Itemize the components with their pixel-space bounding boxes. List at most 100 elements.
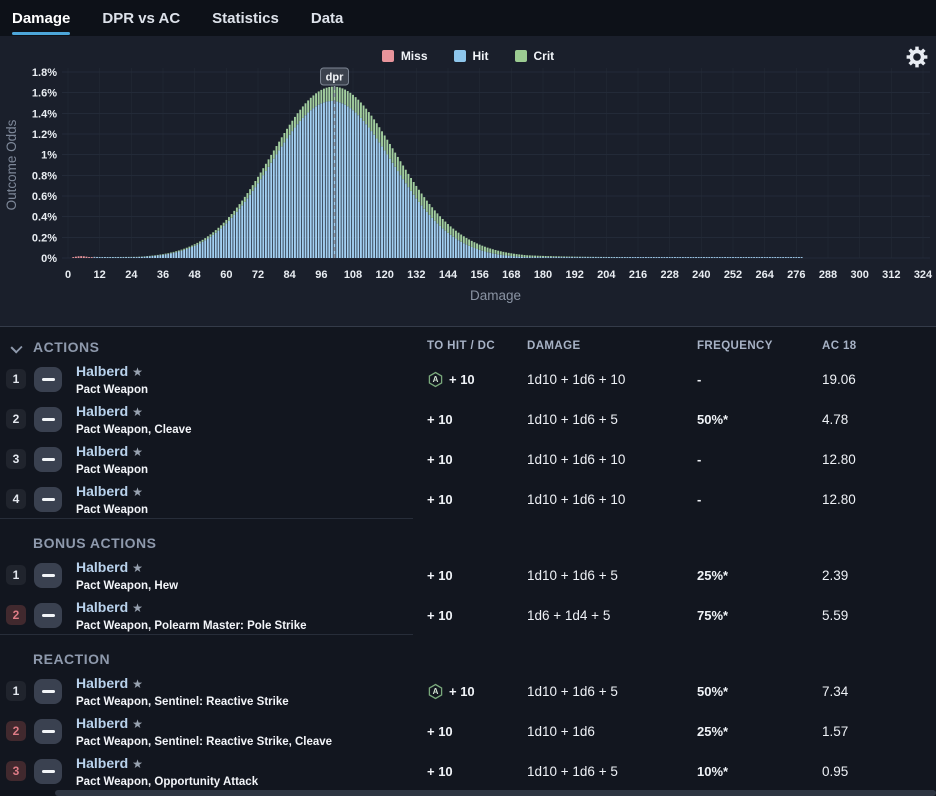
ac-result-cell: 12.80 (822, 479, 856, 519)
to-hit-value: + 10 (427, 763, 453, 779)
crit-bar (557, 256, 560, 258)
crit-bar (367, 112, 370, 128)
hit-bar (784, 257, 787, 258)
hit-bar (415, 198, 418, 258)
hit-bar (618, 257, 621, 258)
crit-bar (555, 256, 558, 258)
attack-name-block[interactable]: Halberd ★ Pact Weapon, Opportunity Attack (76, 754, 258, 789)
x-tick-label: 204 (597, 269, 616, 281)
remove-attack-button[interactable] (34, 759, 62, 784)
hit-bar (341, 103, 344, 258)
legend-item-crit[interactable]: Crit (514, 49, 554, 63)
hit-bar (130, 257, 133, 258)
outcome-odds-chart[interactable]: 0 12 24 36 48 60 72 84 96 108 120 132 144 156 168 180 19… (0, 66, 936, 312)
attack-name-block[interactable]: Halberd ★ Pact Weapon (76, 442, 148, 477)
remove-attack-button[interactable] (34, 407, 62, 432)
crit-bar (468, 239, 471, 246)
attack-name[interactable]: Halberd (76, 675, 128, 691)
hit-bar (225, 223, 228, 258)
attack-name-block[interactable]: Halberd ★ Pact Weapon, Sentinel: Reactive … (76, 674, 289, 709)
remove-attack-button[interactable] (34, 367, 62, 392)
remove-attack-button[interactable] (34, 679, 62, 704)
attack-name[interactable]: Halberd (76, 363, 128, 379)
attack-name-block[interactable]: Halberd ★ Pact Weapon (76, 482, 148, 517)
dpr-calculator-app: Damage DPR vs AC Statistics Data Miss Hit Cri… (0, 0, 936, 796)
crit-bar (156, 254, 159, 256)
remove-attack-button[interactable] (34, 447, 62, 472)
hit-bar (462, 243, 465, 258)
hit-bar (647, 257, 650, 258)
crit-bar (304, 103, 307, 116)
legend-item-miss[interactable]: Miss (381, 49, 428, 63)
x-tick-label: 36 (157, 269, 169, 281)
attack-name[interactable]: Halberd (76, 715, 128, 731)
hit-bar (214, 232, 217, 258)
crit-bar (544, 255, 547, 258)
crit-bar (188, 246, 191, 249)
settings-button[interactable] (906, 46, 928, 68)
hit-bar (425, 211, 428, 258)
chevron-down-icon[interactable] (10, 341, 23, 354)
hit-bar (299, 120, 302, 258)
crit-bar (483, 246, 486, 252)
attack-name[interactable]: Halberd (76, 559, 128, 575)
hit-bar (468, 245, 471, 258)
attack-name-block[interactable]: Halberd ★ Pact Weapon, Sentinel: Reactive … (76, 714, 332, 749)
hit-bar (676, 257, 679, 258)
attack-name-block[interactable]: Halberd ★ Pact Weapon, Polearm Master: Pol… (76, 598, 307, 633)
tab-dpr-vs-ac[interactable]: DPR vs AC (102, 0, 180, 36)
minus-icon (41, 770, 55, 773)
attack-row: 2 Halberd ★ Pact Weapon, Cleave + 10 1d10 + 1… (0, 399, 936, 439)
remove-attack-button[interactable] (34, 563, 62, 588)
attack-subtitle: Pact Weapon, Sentinel: Reactive Strike (76, 696, 289, 708)
to-hit-value: + 10 (427, 723, 453, 739)
hit-bar (264, 171, 267, 258)
attack-name[interactable]: Halberd (76, 403, 128, 419)
crit-bar (354, 97, 357, 113)
legend-item-hit[interactable]: Hit (453, 49, 489, 63)
x-tick-label: 324 (914, 269, 933, 281)
hit-bar (602, 257, 605, 258)
tab-damage[interactable]: Damage (12, 0, 71, 36)
row-number-badge: 2 (6, 721, 26, 741)
hit-bar (394, 166, 397, 258)
hit-bar (309, 110, 312, 258)
attack-row: 3 Halberd ★ Pact Weapon, Opportunity Attack… (0, 751, 936, 791)
row-number-badge: 2 (6, 409, 26, 429)
attack-name-block[interactable]: Halberd ★ Pact Weapon, Cleave (76, 402, 191, 437)
crit-bar (499, 251, 502, 255)
attack-name-block[interactable]: Halberd ★ Pact Weapon (76, 362, 148, 397)
hit-bar (249, 194, 252, 258)
chart-legend: Miss Hit Crit (0, 46, 936, 66)
crit-bar (378, 127, 381, 143)
frequency-value: - (697, 491, 702, 507)
tab-data[interactable]: Data (311, 0, 344, 36)
x-tick-label: 300 (850, 269, 868, 281)
ac-result-cell: 5.59 (822, 595, 848, 635)
remove-attack-button[interactable] (34, 719, 62, 744)
crit-bar (330, 86, 333, 101)
remove-attack-button[interactable] (34, 487, 62, 512)
x-tick-label: 0 (65, 269, 71, 281)
hit-bar (330, 100, 333, 258)
frequency-cell: - (697, 439, 701, 479)
to-hit-value: + 10 (427, 451, 453, 467)
hit-bar (584, 257, 587, 258)
attack-name-block[interactable]: Halberd ★ Pact Weapon, Hew (76, 558, 178, 593)
ac-result-cell: 4.78 (822, 399, 848, 439)
tab-statistics[interactable]: Statistics (212, 0, 279, 36)
frequency-value: - (697, 451, 702, 467)
attack-name[interactable]: Halberd (76, 443, 128, 459)
hit-bar (191, 246, 193, 258)
attack-name[interactable]: Halberd (76, 755, 128, 771)
star-icon: ★ (132, 485, 143, 499)
hit-bar (621, 257, 624, 258)
attack-name[interactable]: Halberd (76, 483, 128, 499)
hit-bar (257, 183, 259, 258)
remove-attack-button[interactable] (34, 603, 62, 628)
horizontal-scrollbar-thumb[interactable] (55, 790, 936, 796)
crit-bar (552, 256, 555, 258)
crit-bar (206, 236, 209, 239)
attack-name[interactable]: Halberd (76, 599, 128, 615)
hit-bar (127, 257, 130, 258)
